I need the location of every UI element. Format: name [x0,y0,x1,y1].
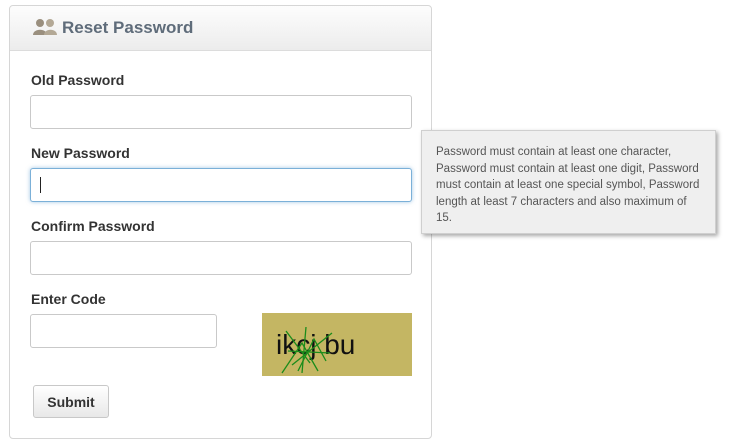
captcha-code-field[interactable] [30,314,217,348]
confirm-password-field[interactable] [30,241,412,275]
password-rules-tooltip: Password must contain at least one chara… [421,130,716,234]
submit-button[interactable]: Submit [33,385,109,418]
captcha-image: ikcj bu [262,313,412,376]
users-icon [33,19,57,35]
new-password-field[interactable] [30,168,412,202]
old-password-label: Old Password [31,72,125,88]
confirm-password-label: Confirm Password [31,218,155,234]
enter-code-label: Enter Code [31,291,106,307]
old-password-field[interactable] [30,95,412,129]
text-caret [40,177,41,193]
panel-header: Reset Password [10,6,431,51]
page-title: Reset Password [62,18,194,37]
new-password-label: New Password [31,145,130,161]
reset-password-panel: Reset Password Old Password New Password… [9,5,432,439]
